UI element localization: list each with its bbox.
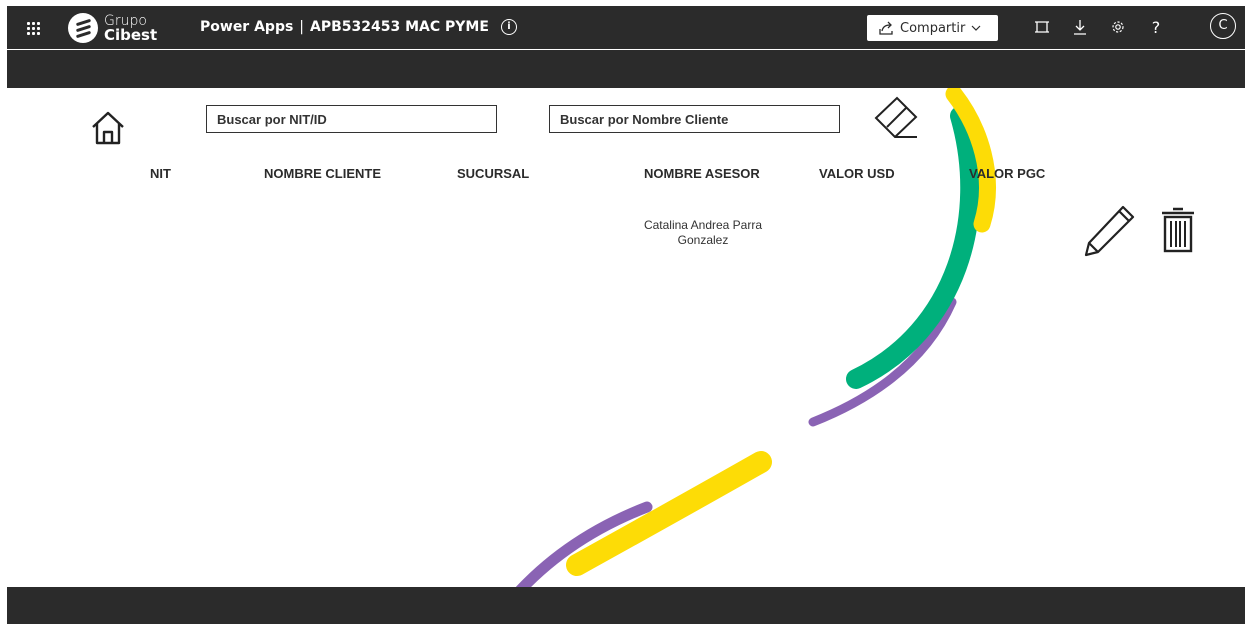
column-header-sucursal: SUCURSAL: [457, 166, 530, 181]
column-header-nit: NIT: [150, 166, 171, 181]
search-nit-input[interactable]: [206, 105, 497, 133]
user-avatar[interactable]: C: [1210, 13, 1236, 39]
gear-icon[interactable]: [1107, 16, 1129, 38]
app-title: Power Apps | APB532453 MAC PYME: [200, 6, 489, 49]
footer-bar: [7, 587, 1245, 624]
grupo-cibest-logo: Grupo Cibest: [68, 12, 157, 44]
home-icon[interactable]: [89, 110, 127, 146]
column-header-nombre-asesor: NOMBRE ASESOR: [644, 166, 760, 181]
table-cell-nombre-asesor: Catalina Andrea Parra Gonzalez: [643, 218, 763, 247]
share-button[interactable]: Compartir: [867, 15, 998, 41]
brand-stripes-decoration: [509, 85, 996, 602]
cibest-logo-icon: [68, 13, 98, 43]
fit-to-screen-icon[interactable]: [1031, 16, 1053, 38]
top-header: Grupo Cibest Power Apps | APB532453 MAC PY…: [7, 6, 1245, 49]
share-label: Compartir: [900, 20, 966, 36]
share-icon: [879, 21, 893, 35]
yellow-stripe-lower: [566, 451, 772, 576]
pencil-icon[interactable]: [1081, 203, 1137, 259]
app-header-band: [7, 50, 1245, 88]
logo-line-2: Cibest: [104, 26, 158, 44]
green-stripe: [846, 106, 981, 389]
help-icon[interactable]: ?: [1145, 16, 1167, 38]
title-separator: |: [299, 19, 305, 35]
download-icon[interactable]: [1069, 16, 1091, 38]
app-launcher-icon[interactable]: [21, 16, 45, 40]
eraser-icon[interactable]: [873, 96, 919, 138]
chevron-down-icon: [971, 25, 981, 31]
info-icon[interactable]: i: [501, 19, 517, 35]
column-header-nombre-cliente: NOMBRE CLIENTE: [264, 166, 381, 181]
column-header-valor-pgc: VALOR PGC: [969, 166, 1046, 181]
search-name-input[interactable]: [549, 105, 840, 133]
app-frame: Grupo Cibest Power Apps | APB532453 MAC PY…: [7, 6, 1245, 624]
column-header-valor-usd: VALOR USD: [819, 166, 895, 181]
app-name: Power Apps: [200, 19, 294, 35]
trash-icon[interactable]: [1160, 206, 1196, 254]
app-display-name: APB532453 MAC PYME: [310, 19, 489, 35]
